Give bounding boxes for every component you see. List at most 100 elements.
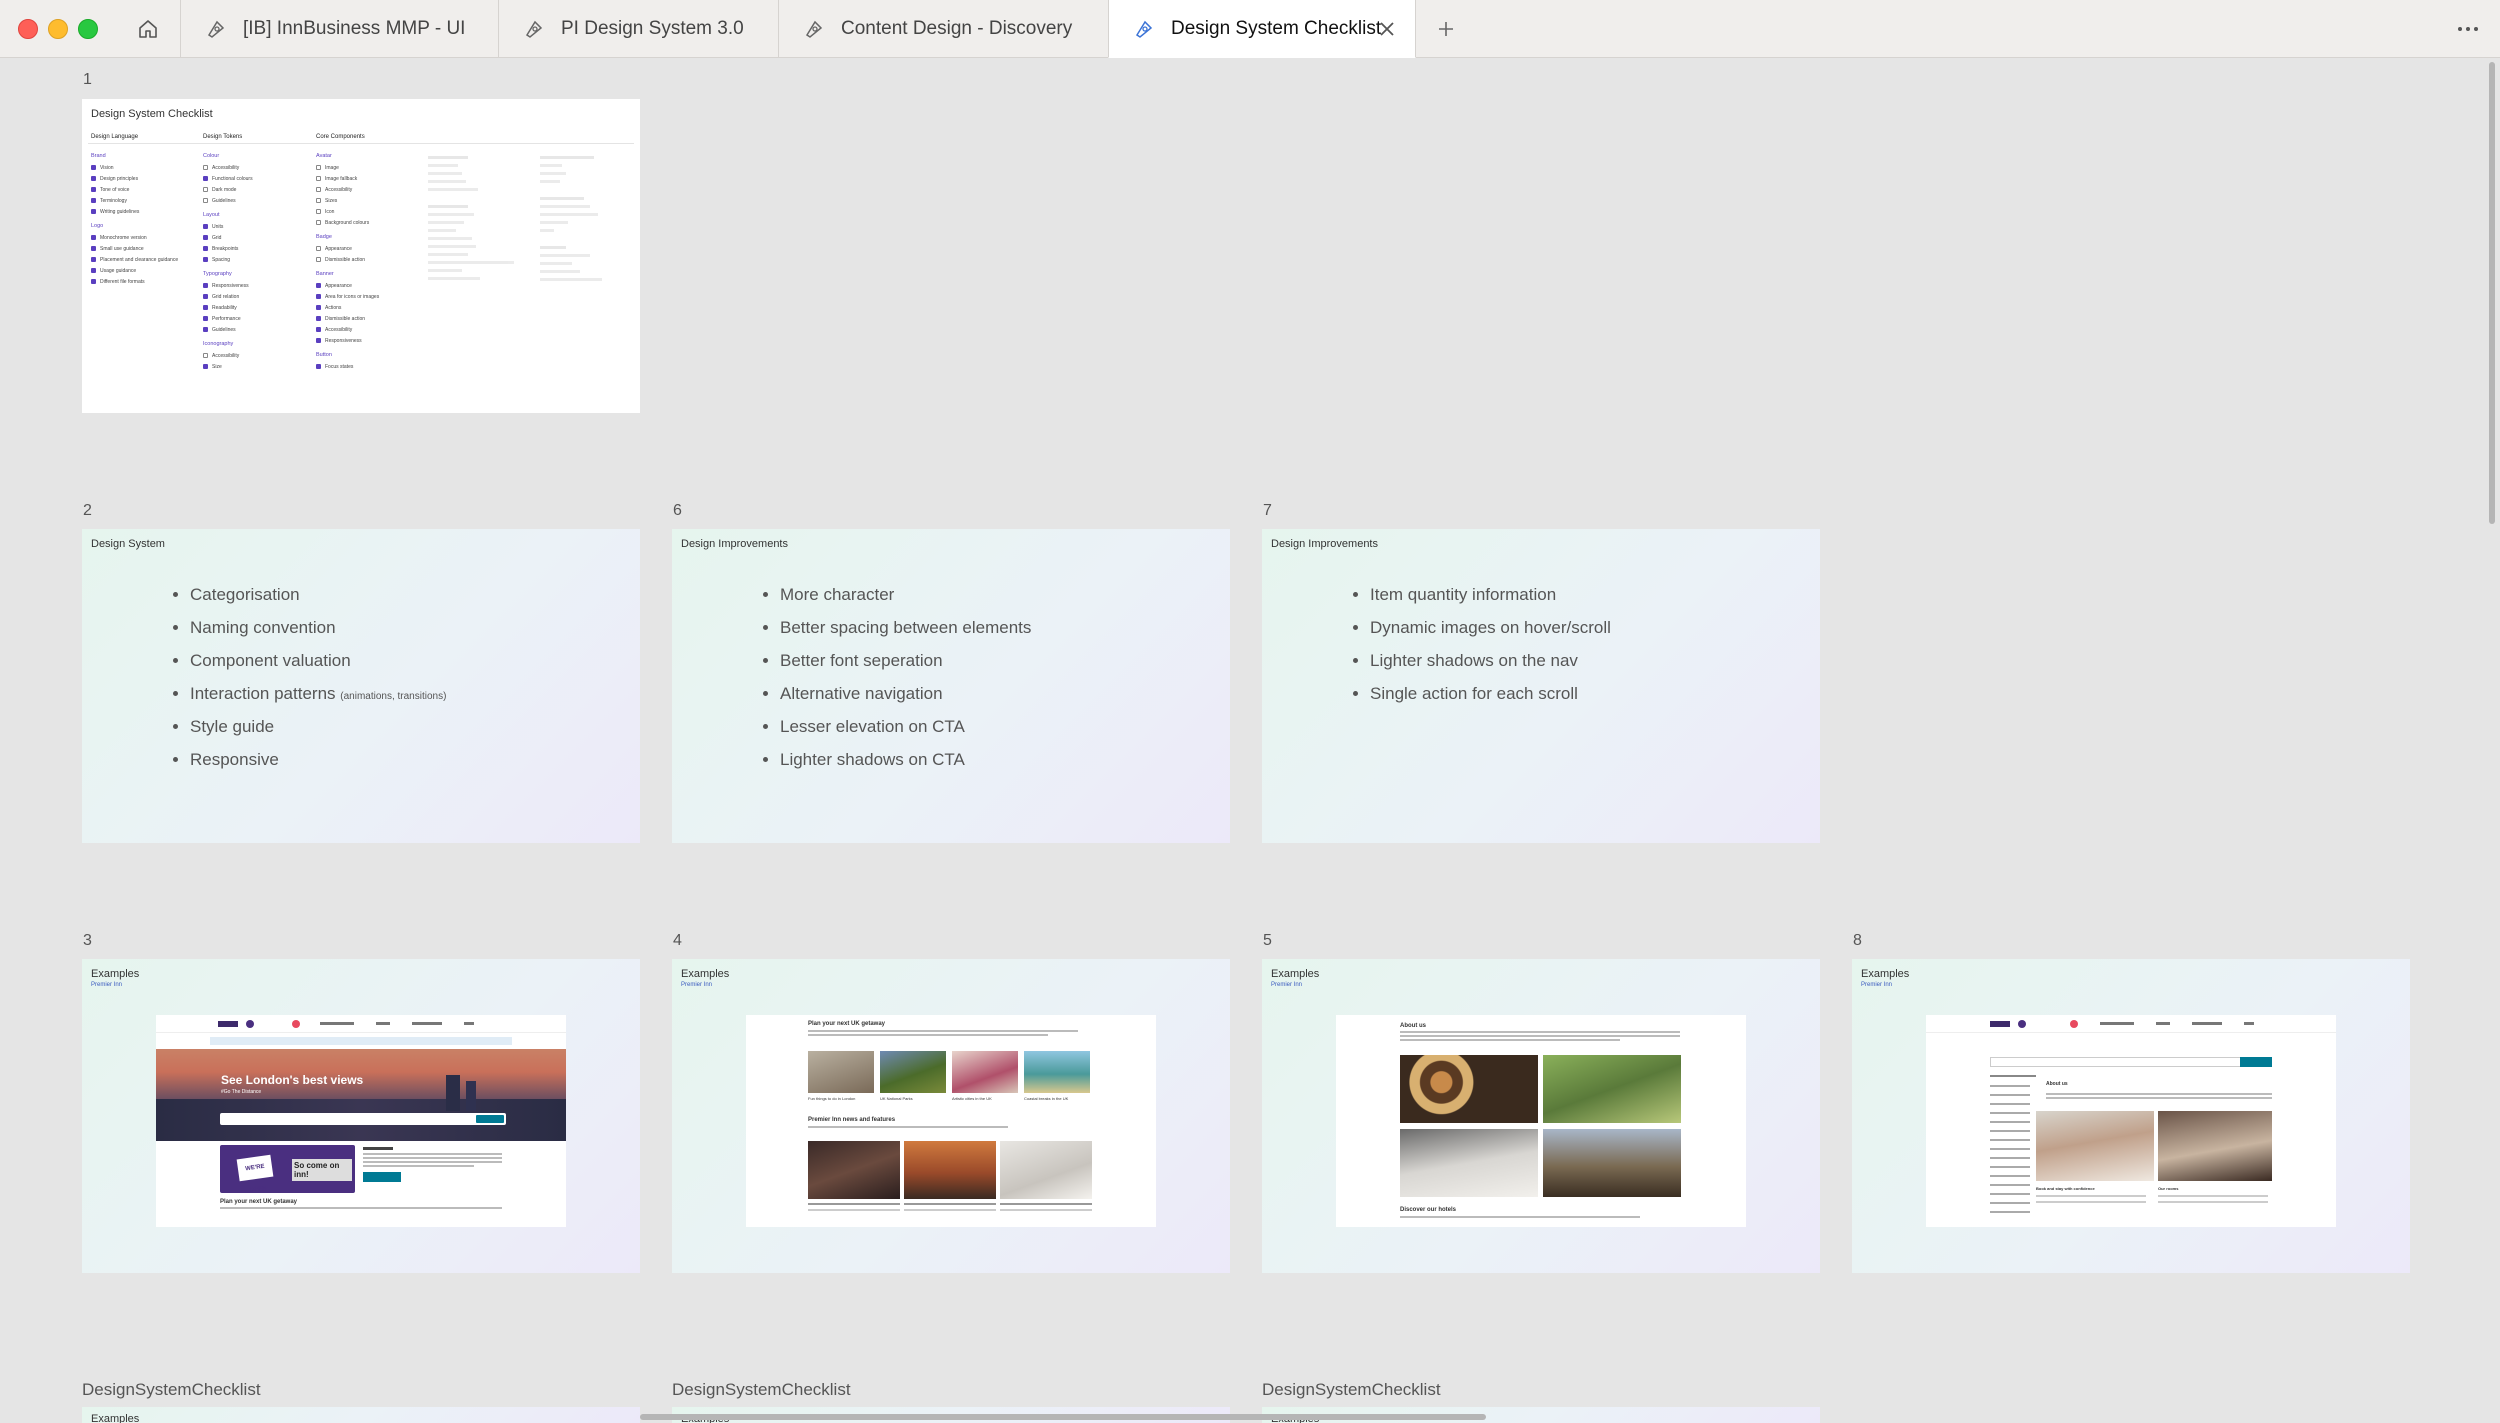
checkbox-icon [316,305,321,310]
checkbox-icon [316,257,321,262]
list-item: Dynamic images on hover/scroll [1370,618,1611,638]
checklist-item: Grid [203,232,253,243]
home-button[interactable] [128,13,168,45]
tab-pi-design-system[interactable]: PI Design System 3.0 [498,0,778,58]
frame-subtitle: Premier Inn [681,982,713,988]
figma-file-icon [207,20,225,38]
checklist-item-label: Responsiveness [325,337,362,344]
website-screenshot: See London's best views #Go The Distance… [156,1015,566,1227]
tab-design-system-checklist[interactable]: Design System Checklist [1108,0,1416,58]
card-caption: Coastal breaks in the UK [1024,1096,1069,1101]
checklist-item-label: Vision [100,164,114,171]
frame-title: Design Improvements [1271,538,1378,550]
frame-design-improvements-2[interactable]: Design Improvements Item quantity inform… [1262,529,1820,843]
list-item: Item quantity information [1370,585,1611,605]
checklist-item-label: Guidelines [212,326,236,333]
checklist-section: Typography [203,271,232,277]
frame-design-improvements-1[interactable]: Design Improvements More character Bette… [672,529,1230,843]
checklist-item-label: Responsiveness [212,282,249,289]
checklist-item-label: Dismissible action [325,256,366,263]
frame-number: 3 [83,932,92,949]
checkbox-icon [203,235,208,240]
window-close-button[interactable] [18,19,38,39]
bullet-list: Categorisation Naming convention Compone… [190,585,446,783]
list-item: Categorisation [190,585,446,605]
frame-design-system[interactable]: Design System Categorisation Naming conv… [82,529,640,843]
checklist-item: Guidelines [203,195,253,206]
frame-number: 2 [83,502,92,519]
list-item: Responsive [190,750,446,770]
checkbox-icon [316,294,321,299]
frame-examples-5[interactable]: Examples Premier Inn About us Discover o… [1262,959,1820,1273]
close-icon[interactable] [1375,17,1399,41]
checklist-item-label: Writing guidelines [100,208,140,215]
checklist-item-label: Dark mode [212,186,237,193]
frame-number: 5 [1263,932,1272,949]
checkbox-icon [91,187,96,192]
vertical-scrollbar[interactable] [2489,62,2495,524]
checklist-column: Design Language Brand Vision Design princip… [91,134,178,287]
checklist-section: Button [316,352,332,358]
checklist-item: Design principles [91,173,178,184]
more-options-button[interactable] [2450,13,2486,45]
checklist-item: Monochrome version [91,232,178,243]
checklist-section: Logo [91,223,104,229]
frame-subtitle: Premier Inn [1271,982,1303,988]
bullet-list: Item quantity information Dynamic images… [1370,585,1611,717]
horizontal-scrollbar[interactable] [640,1414,1486,1420]
checklist-item: Accessibility [203,350,253,361]
checklist-item: Focus states [316,361,379,372]
hero-subheading: #Go The Distance [221,1089,262,1095]
checklist-column: Core Components Avatar Image Image fallback… [316,134,379,372]
checklist-item-label: Background colours [325,219,370,226]
website-screenshot: About us Discover our hotels [1336,1015,1746,1227]
checkbox-icon [316,327,321,332]
open-badge: WE'RE OPEN [236,1154,274,1194]
frame-design-system-checklist[interactable]: Design System Checklist Design Language B… [82,99,640,413]
checklist-item-label: Units [212,223,224,230]
window-maximize-button[interactable] [78,19,98,39]
checklist-item: Appearance [316,280,379,291]
frame-examples-4[interactable]: Examples Premier Inn Plan your next UK g… [672,959,1230,1273]
tab-content-design[interactable]: Content Design - Discovery [778,0,1108,58]
checkbox-icon [316,316,321,321]
checklist-item: Accessibility [203,162,253,173]
frame-title: Examples [1271,968,1320,980]
checkbox-icon [203,305,208,310]
checkbox-icon [203,353,208,358]
checkbox-icon [91,279,96,284]
list-item: Better font seperation [780,651,1031,671]
card-caption: Artistic cities in the UK [952,1096,992,1101]
checklist-item: Small use guidance [91,243,178,254]
checklist-item-label: Accessibility [325,326,353,333]
checkbox-icon [203,224,208,229]
checkbox-icon [91,176,96,181]
checkbox-icon [316,220,321,225]
checkbox-icon [91,246,96,251]
plus-icon [1439,22,1453,36]
checkbox-icon [91,257,96,262]
checklist-item: Responsiveness [203,280,253,291]
checklist-item: Tone of voice [91,184,178,195]
frame-examples-8[interactable]: Examples Premier Inn About us Book and s… [1852,959,2410,1273]
window-minimize-button[interactable] [48,19,68,39]
design-canvas[interactable]: 1 Design System Checklist Design Languag… [0,59,2500,1423]
website-screenshot: Plan your next UK getaway Fun things to … [746,1015,1156,1227]
new-tab-button[interactable] [1428,13,1464,45]
checklist-item-label: Dismissible action [325,315,366,322]
checklist-item-label: Image [325,164,339,171]
checklist-item: Placement and clearance guidance [91,254,178,265]
list-item: Style guide [190,717,446,737]
frame-examples-partial[interactable]: Examples [82,1407,640,1423]
frame-number: 1 [83,71,92,88]
checkbox-icon [203,283,208,288]
tab-innbusiness[interactable]: [IB] InnBusiness MMP - UI [180,0,498,58]
frame-subtitle: Premier Inn [1861,982,1893,988]
frame-examples-3[interactable]: Examples Premier Inn See London's best v… [82,959,640,1273]
frame-title: Examples [681,968,730,980]
checklist-item-label: Focus states [325,363,354,370]
checkbox-icon [316,176,321,181]
checklist-item-label: Functional colours [212,175,253,182]
checkbox-icon [316,209,321,214]
checklist-item-label: Accessibility [212,164,240,171]
